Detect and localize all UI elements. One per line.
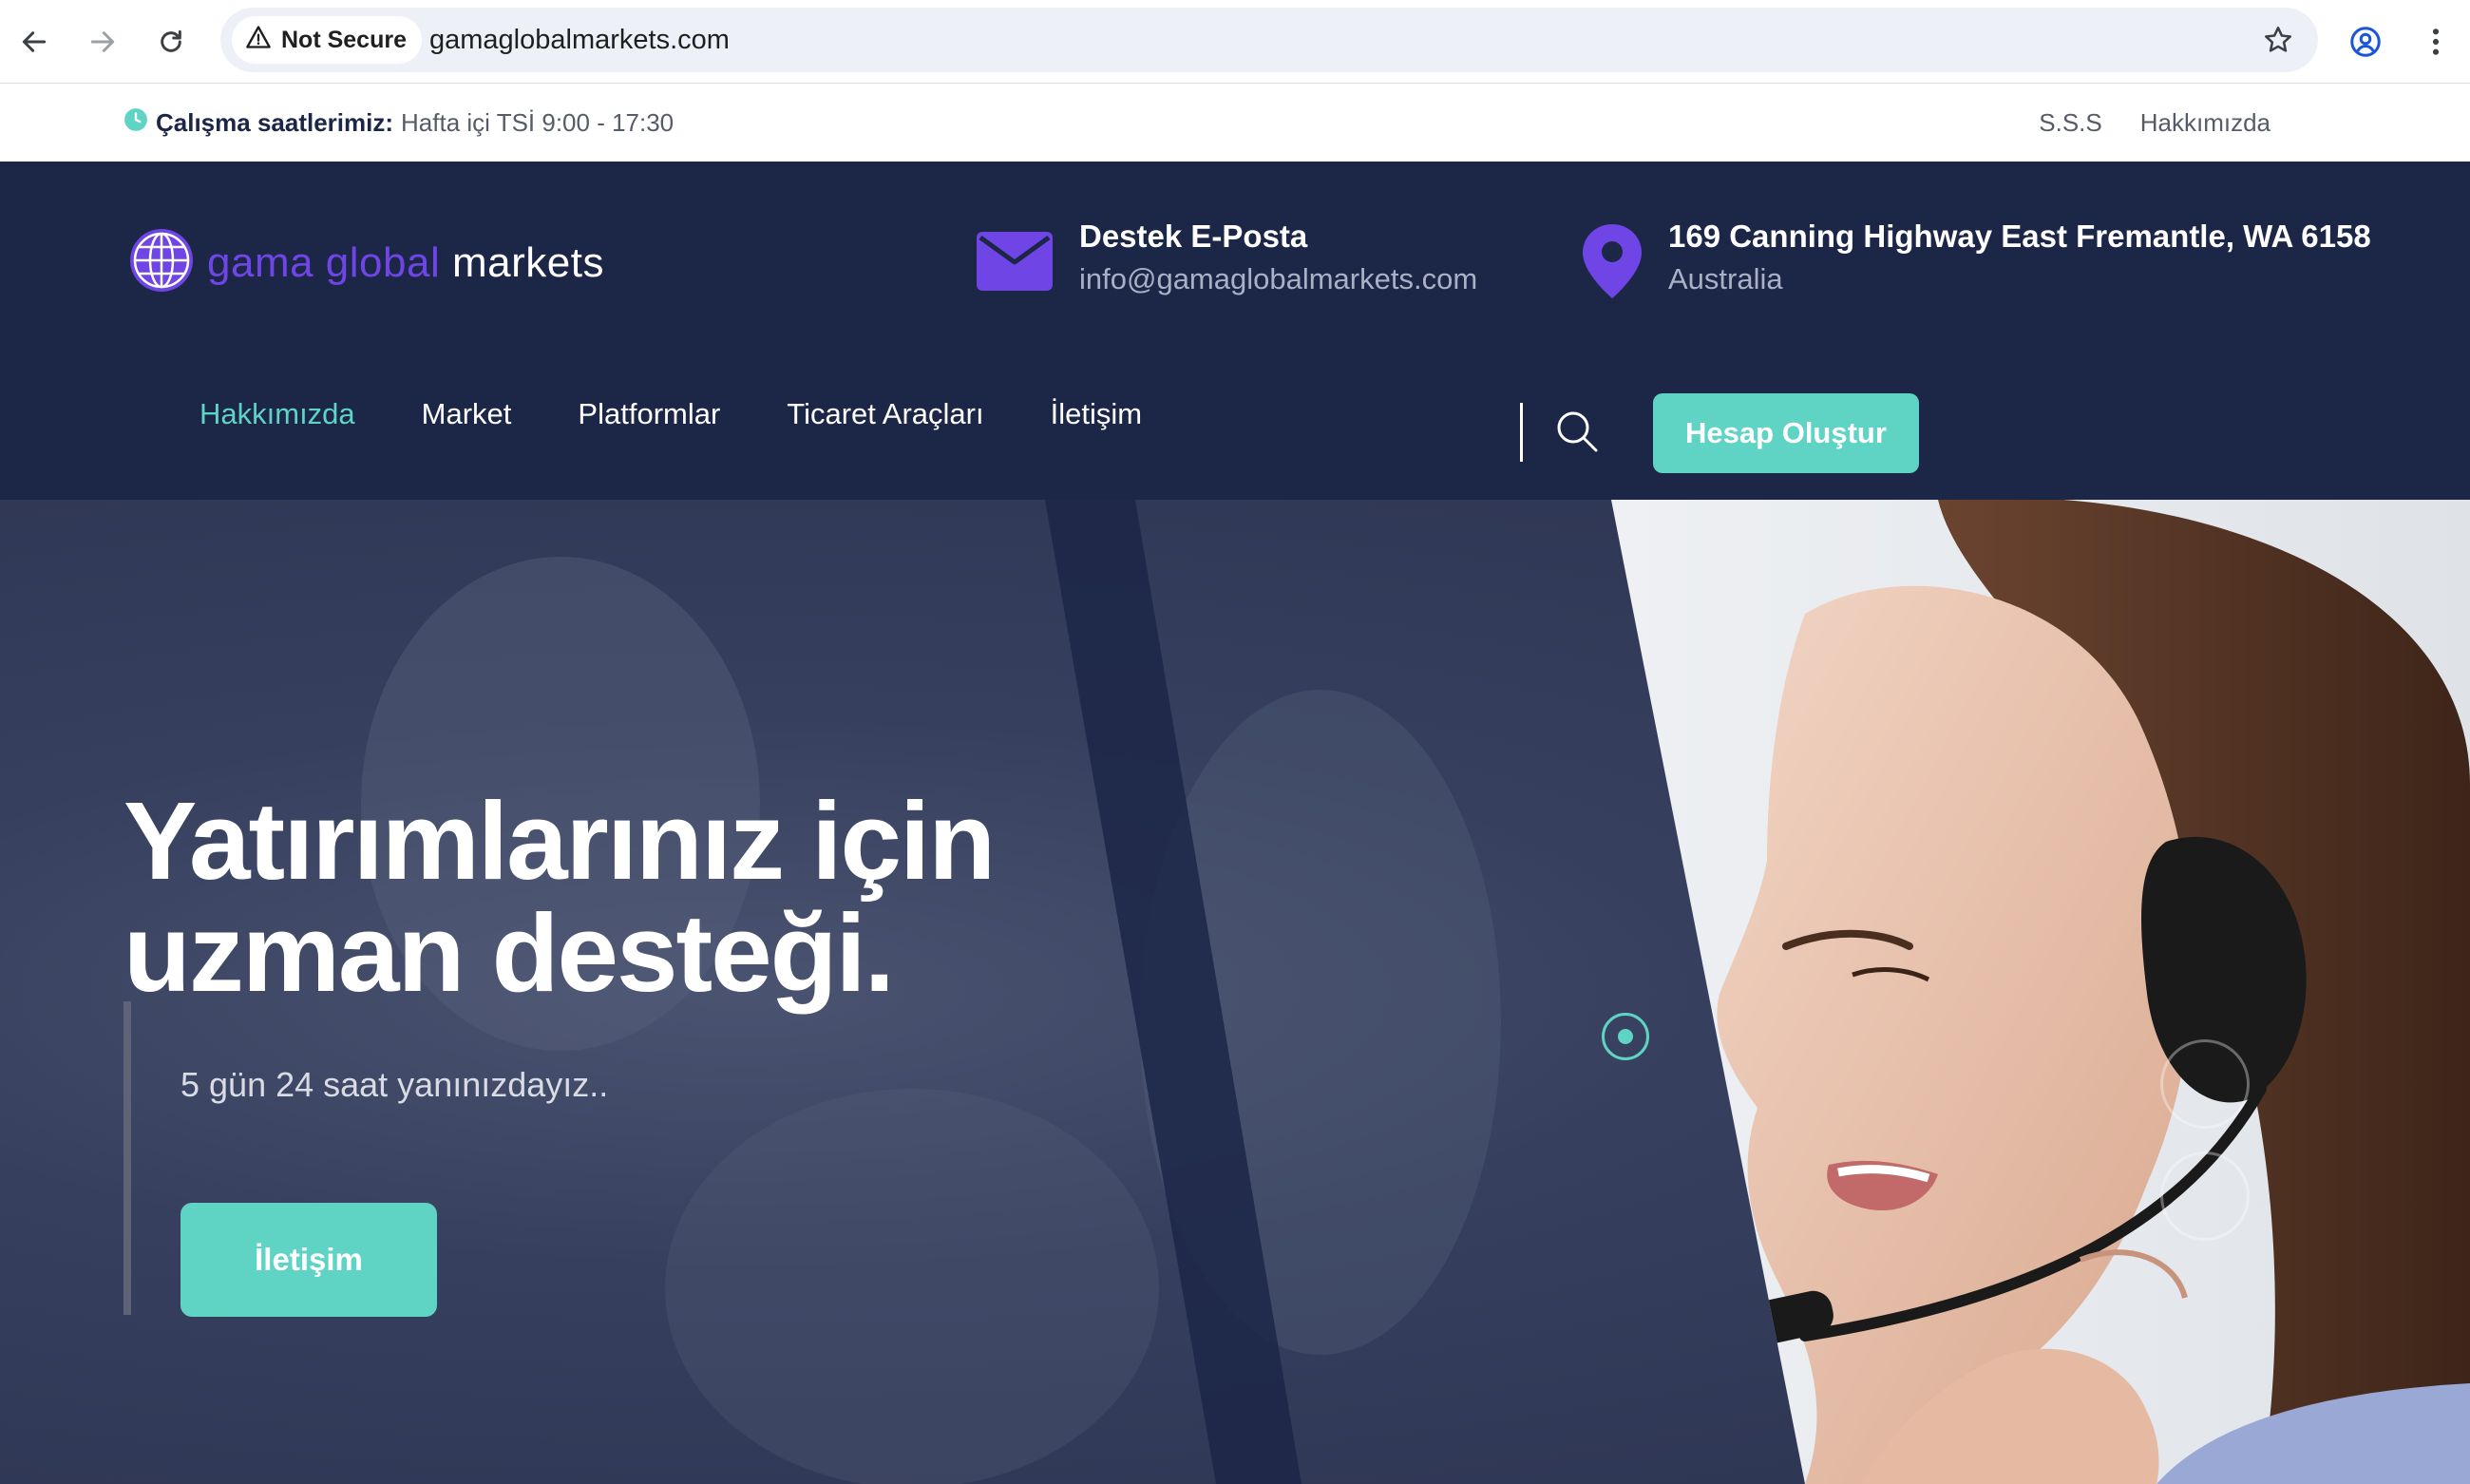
nav-item-platforms[interactable]: Platformlar [578, 397, 720, 431]
create-account-button[interactable]: Hesap Oluştur [1653, 393, 1919, 473]
support-email-block: Destek E-Posta info@gamaglobalmarkets.co… [977, 219, 1477, 296]
location-pin-icon [1583, 224, 1642, 303]
top-links: S.S.S Hakkımızda [2039, 84, 2270, 162]
logo-word-gama-global: gama global [207, 238, 441, 286]
site-header: gama global markets Destek E-Posta info@… [0, 162, 2470, 500]
clock-icon [124, 107, 148, 139]
email-title: Destek E-Posta [1079, 219, 1308, 254]
forward-arrow-icon[interactable] [74, 13, 131, 70]
hero-headline: Yatırımlarınız için uzman desteği. [124, 779, 996, 1015]
hours-value: Hafta içi TSİ 9:00 - 17:30 [401, 107, 674, 137]
reload-icon[interactable] [142, 13, 200, 70]
nav-item-market[interactable]: Market [422, 397, 512, 431]
logo[interactable]: gama global markets [127, 226, 604, 299]
security-chip[interactable]: Not Secure [232, 16, 422, 64]
hours-label: Çalışma saatlerimiz: [156, 107, 394, 137]
globe-icon [127, 226, 196, 299]
more-icon[interactable] [2407, 13, 2464, 70]
logo-word-markets: markets [451, 238, 604, 286]
url-text[interactable]: gamaglobalmarkets.com [429, 8, 730, 72]
browser-toolbar: Not Secure gamaglobalmarkets.com [0, 0, 2470, 84]
hero-section: Yatırımlarınız için uzman desteği. 5 gün… [0, 500, 2470, 1484]
faq-link[interactable]: S.S.S [2039, 108, 2101, 138]
email-value[interactable]: info@gamaglobalmarkets.com [1079, 262, 1477, 296]
accent-bar [124, 1001, 131, 1315]
back-arrow-icon[interactable] [6, 13, 63, 70]
nav-item-contact[interactable]: İletişim [1051, 397, 1142, 431]
security-label: Not Secure [281, 26, 407, 53]
nav-item-about[interactable]: Hakkımızda [200, 397, 355, 431]
headline-line-2: uzman desteği. [124, 891, 895, 1015]
about-link[interactable]: Hakkımızda [2140, 108, 2270, 138]
address-value: Australia [1668, 262, 1783, 295]
search-icon[interactable] [1554, 409, 1600, 454]
arrow-left-icon[interactable] [2160, 1039, 2250, 1129]
address-bar[interactable]: Not Secure gamaglobalmarkets.com [220, 8, 2318, 72]
hero-subtitle: 5 gün 24 saat yanınızdayız.. [180, 1065, 609, 1104]
nav-divider [1520, 403, 1523, 462]
slider-dot-icon[interactable] [1602, 1013, 1649, 1060]
headline-line-1: Yatırımlarınız için [124, 779, 996, 903]
mail-icon [977, 232, 1053, 295]
warning-icon [245, 24, 272, 57]
profile-icon[interactable] [2337, 13, 2394, 70]
address-title: 169 Canning Highway East Fremantle, WA 6… [1668, 219, 2371, 254]
nav-item-trading-tools[interactable]: Ticaret Araçları [787, 397, 983, 431]
star-icon[interactable] [2259, 21, 2297, 59]
address-block: 169 Canning Highway East Fremantle, WA 6… [1583, 219, 2371, 303]
arrow-right-ring[interactable] [2160, 1151, 2250, 1241]
contact-button[interactable]: İletişim [180, 1203, 437, 1317]
main-nav: Hakkımızda Market Platformlar Ticaret Ar… [200, 397, 1142, 431]
working-hours: Çalışma saatlerimiz: Hafta içi TSİ 9:00 … [124, 84, 674, 162]
top-info-bar: Çalışma saatlerimiz: Hafta içi TSİ 9:00 … [0, 84, 2470, 162]
